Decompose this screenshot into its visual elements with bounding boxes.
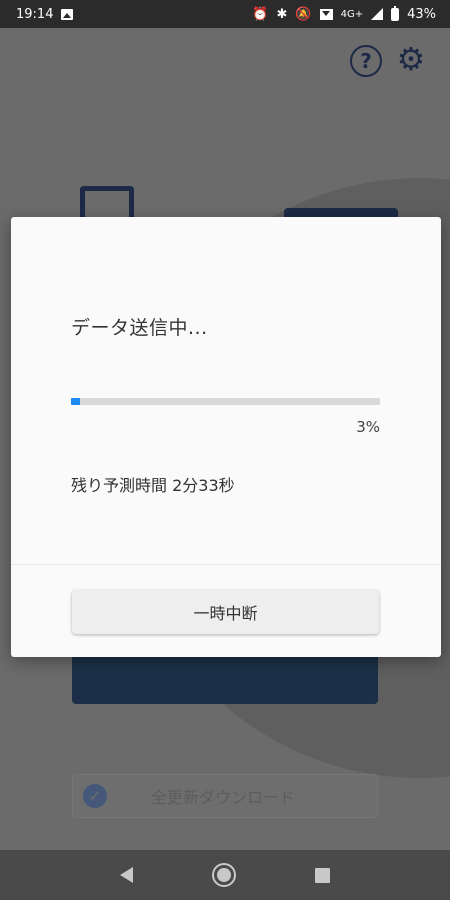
image-notification-icon: [61, 8, 74, 20]
dialog-divider: [11, 564, 441, 565]
help-icon: ?: [360, 49, 372, 73]
battery-percent: 43%: [407, 6, 436, 22]
back-icon[interactable]: [119, 867, 133, 883]
progress-bar: [71, 398, 380, 405]
progress-percent: 3%: [356, 418, 380, 436]
pause-button[interactable]: 一時中断: [72, 590, 379, 634]
battery-icon: [391, 5, 400, 21]
remaining-time: 残り予測時間 2分33秒: [71, 476, 235, 495]
status-right: ⏰ ✱ 🔕 4G+ 43%: [252, 5, 436, 22]
settings-button[interactable]: ⚙: [394, 42, 428, 76]
home-icon[interactable]: [211, 863, 236, 887]
clock: 19:14: [16, 6, 54, 22]
network-type: 4G+: [340, 8, 364, 20]
background-primary-button: [72, 656, 378, 704]
status-bar: 19:14 ⏰ ✱ 🔕 4G+ 43%: [0, 0, 450, 28]
navigation-bar: [0, 850, 450, 900]
notification-icon: [319, 8, 333, 20]
recent-apps-icon[interactable]: [315, 867, 331, 883]
signal-icon: [371, 8, 384, 20]
status-left: 19:14: [16, 6, 74, 22]
dialog-title: データ送信中...: [71, 317, 208, 339]
full-update-download-button: ✓ 全更新ダウンロード: [72, 774, 378, 818]
mute-icon: 🔕: [295, 6, 312, 22]
alarm-icon: ⏰: [252, 6, 269, 22]
progress-fill: [71, 398, 81, 405]
check-circle-icon: ✓: [83, 784, 107, 808]
gear-icon: ⚙: [396, 40, 426, 78]
full-update-download-label: 全更新ダウンロード: [151, 788, 296, 807]
help-button[interactable]: ?: [350, 45, 382, 77]
bluetooth-icon: ✱: [276, 6, 288, 22]
progress-dialog: データ送信中... 3% 残り予測時間 2分33秒 一時中断: [11, 217, 441, 657]
